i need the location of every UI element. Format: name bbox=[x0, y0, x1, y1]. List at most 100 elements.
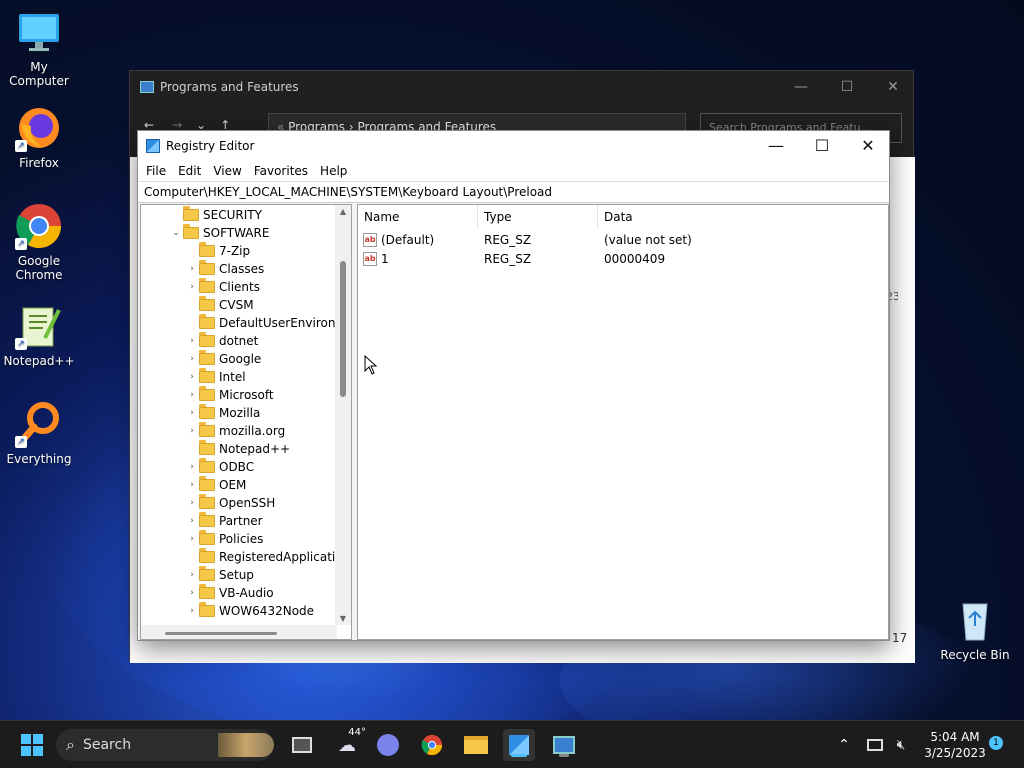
tree-node[interactable]: DefaultUserEnvironm bbox=[187, 314, 347, 332]
column-header-data[interactable]: Data bbox=[598, 205, 888, 229]
tree-node-label: OpenSSH bbox=[219, 496, 276, 510]
string-value-icon: ab bbox=[363, 251, 377, 266]
tree-node[interactable]: › Intel bbox=[187, 368, 246, 386]
tree-node[interactable]: › ODBC bbox=[187, 458, 254, 476]
chevron-right-icon[interactable]: › bbox=[187, 606, 197, 616]
chevron-down-icon[interactable]: ⌄ bbox=[171, 228, 181, 238]
registry-tree-pane[interactable]: SECURITY ⌄ SOFTWARE 7-Zip › Classes › Clients CV… bbox=[140, 204, 352, 640]
tree-node[interactable]: › OEM bbox=[187, 476, 246, 494]
desktop-icon-my-computer[interactable]: My Computer bbox=[0, 8, 78, 88]
folder-icon bbox=[199, 566, 215, 581]
tree-node[interactable]: › Microsoft bbox=[187, 386, 274, 404]
notification-badge[interactable]: 1 bbox=[989, 736, 1003, 750]
tree-node[interactable]: › mozilla.org bbox=[187, 422, 285, 440]
chevron-right-icon[interactable]: › bbox=[187, 462, 197, 472]
tree-node[interactable]: RegisteredApplicatior bbox=[187, 548, 348, 566]
tree-node[interactable]: › Mozilla bbox=[187, 404, 260, 422]
folder-icon bbox=[183, 224, 199, 239]
menu-file[interactable]: File bbox=[142, 164, 174, 178]
tree-node[interactable]: › dotnet bbox=[187, 332, 258, 350]
taskbar-registry-editor[interactable] bbox=[503, 729, 535, 761]
close-button[interactable]: ✕ bbox=[870, 71, 916, 103]
maximize-button[interactable]: ☐ bbox=[799, 131, 845, 161]
minimize-button[interactable]: — bbox=[753, 131, 799, 161]
desktop-icon-everything[interactable]: ↗ Everything bbox=[0, 400, 78, 466]
column-header-name[interactable]: Name bbox=[358, 205, 478, 229]
registry-editor-window[interactable]: Registry Editor — ☐ ✕ File Edit View Fav… bbox=[137, 130, 890, 641]
chevron-right-icon[interactable]: › bbox=[187, 354, 197, 364]
tree-node[interactable]: › OpenSSH bbox=[187, 494, 275, 512]
minimize-button[interactable]: — bbox=[778, 71, 824, 103]
volume-button[interactable]: 🔇︎ bbox=[888, 729, 914, 761]
desktop-icon-chrome[interactable]: ↗ Google Chrome bbox=[0, 202, 78, 282]
chevron-right-icon[interactable]: › bbox=[187, 480, 197, 490]
tree-node[interactable]: 7-Zip bbox=[187, 242, 250, 260]
chevron-right-icon[interactable]: › bbox=[187, 390, 197, 400]
show-hidden-icons-button[interactable]: ⌃ bbox=[830, 729, 858, 761]
taskbar-control-panel[interactable] bbox=[548, 729, 580, 761]
tree-vertical-scroll-thumb[interactable] bbox=[340, 261, 346, 397]
teams-chat-button[interactable] bbox=[372, 729, 404, 761]
folder-icon bbox=[199, 386, 215, 401]
desktop-icon-recycle-bin[interactable]: Recycle Bin bbox=[936, 596, 1014, 662]
tree-horizontal-scroll-thumb[interactable] bbox=[165, 632, 277, 635]
clock[interactable]: 5:04 AM 3/25/2023 bbox=[918, 729, 992, 761]
folder-icon bbox=[199, 548, 215, 563]
chevron-right-icon[interactable]: › bbox=[187, 516, 197, 526]
tree-node-label: CVSM bbox=[219, 298, 254, 312]
chevron-right-icon[interactable]: › bbox=[187, 372, 197, 382]
chevron-right-icon[interactable]: › bbox=[187, 426, 197, 436]
menu-favorites[interactable]: Favorites bbox=[250, 164, 316, 178]
scroll-down-arrow-icon[interactable]: ▼ bbox=[335, 614, 351, 623]
tree-node[interactable]: › VB-Audio bbox=[187, 584, 274, 602]
chevron-right-icon[interactable]: › bbox=[187, 336, 197, 346]
chevron-right-icon[interactable]: › bbox=[187, 408, 197, 418]
tree-node-label: Policies bbox=[219, 532, 264, 546]
taskbar-file-explorer[interactable] bbox=[460, 729, 492, 761]
network-button[interactable] bbox=[862, 729, 888, 761]
task-view-button[interactable] bbox=[286, 729, 318, 761]
tree-node[interactable]: › Google bbox=[187, 350, 261, 368]
start-button[interactable] bbox=[16, 729, 48, 761]
tree-node[interactable]: › WOW6432Node bbox=[187, 602, 314, 620]
value-row[interactable]: ab (Default) bbox=[363, 230, 434, 249]
tree-node[interactable]: CVSM bbox=[187, 296, 254, 314]
menu-view[interactable]: View bbox=[209, 164, 249, 178]
mouse-cursor-icon bbox=[364, 355, 378, 375]
tree-node[interactable]: › Classes bbox=[187, 260, 264, 278]
monitor-icon bbox=[15, 8, 63, 56]
tree-node-label: SOFTWARE bbox=[203, 226, 270, 240]
file-explorer-icon bbox=[464, 736, 488, 754]
scroll-up-arrow-icon[interactable]: ▲ bbox=[335, 207, 351, 216]
chevron-right-icon[interactable]: › bbox=[187, 534, 197, 544]
taskbar-search[interactable]: ⌕ Search bbox=[56, 729, 274, 761]
menu-help[interactable]: Help bbox=[316, 164, 355, 178]
chrome-icon bbox=[421, 734, 443, 756]
tree-node[interactable]: › Policies bbox=[187, 530, 263, 548]
chevron-right-icon[interactable]: › bbox=[187, 570, 197, 580]
close-button[interactable]: ✕ bbox=[845, 131, 891, 161]
column-header-type[interactable]: Type bbox=[478, 205, 598, 229]
clock-date: 3/25/2023 bbox=[924, 746, 986, 760]
chevron-right-icon[interactable]: › bbox=[187, 498, 197, 508]
chevron-right-icon[interactable]: › bbox=[187, 282, 197, 292]
desktop-icon-notepadpp[interactable]: ↗ Notepad++ bbox=[0, 302, 78, 368]
value-row[interactable]: ab 1 bbox=[363, 249, 389, 268]
tree-node-label: Partner bbox=[219, 514, 263, 528]
tree-node[interactable]: › Setup bbox=[187, 566, 254, 584]
desktop-icon-firefox[interactable]: ↗ Firefox bbox=[0, 104, 78, 170]
weather-widget[interactable]: ☁ 44° bbox=[330, 727, 366, 761]
tree-node[interactable]: Notepad++ bbox=[187, 440, 290, 458]
tree-node[interactable]: SECURITY bbox=[171, 206, 262, 224]
menu-edit[interactable]: Edit bbox=[174, 164, 209, 178]
string-value-icon: ab bbox=[363, 232, 377, 247]
tree-node[interactable]: › Clients bbox=[187, 278, 260, 296]
registry-address-bar[interactable]: Computer\HKEY_LOCAL_MACHINE\SYSTEM\Keybo… bbox=[138, 181, 889, 203]
tree-node[interactable]: › Partner bbox=[187, 512, 263, 530]
chevron-right-icon[interactable]: › bbox=[187, 264, 197, 274]
tree-node[interactable]: ⌄ SOFTWARE bbox=[171, 224, 269, 242]
taskbar-chrome[interactable] bbox=[416, 729, 448, 761]
registry-values-pane[interactable]: Name Type Data ab (Default) REG_SZ (valu… bbox=[357, 204, 889, 640]
maximize-button[interactable]: ☐ bbox=[824, 71, 870, 103]
chevron-right-icon[interactable]: › bbox=[187, 588, 197, 598]
